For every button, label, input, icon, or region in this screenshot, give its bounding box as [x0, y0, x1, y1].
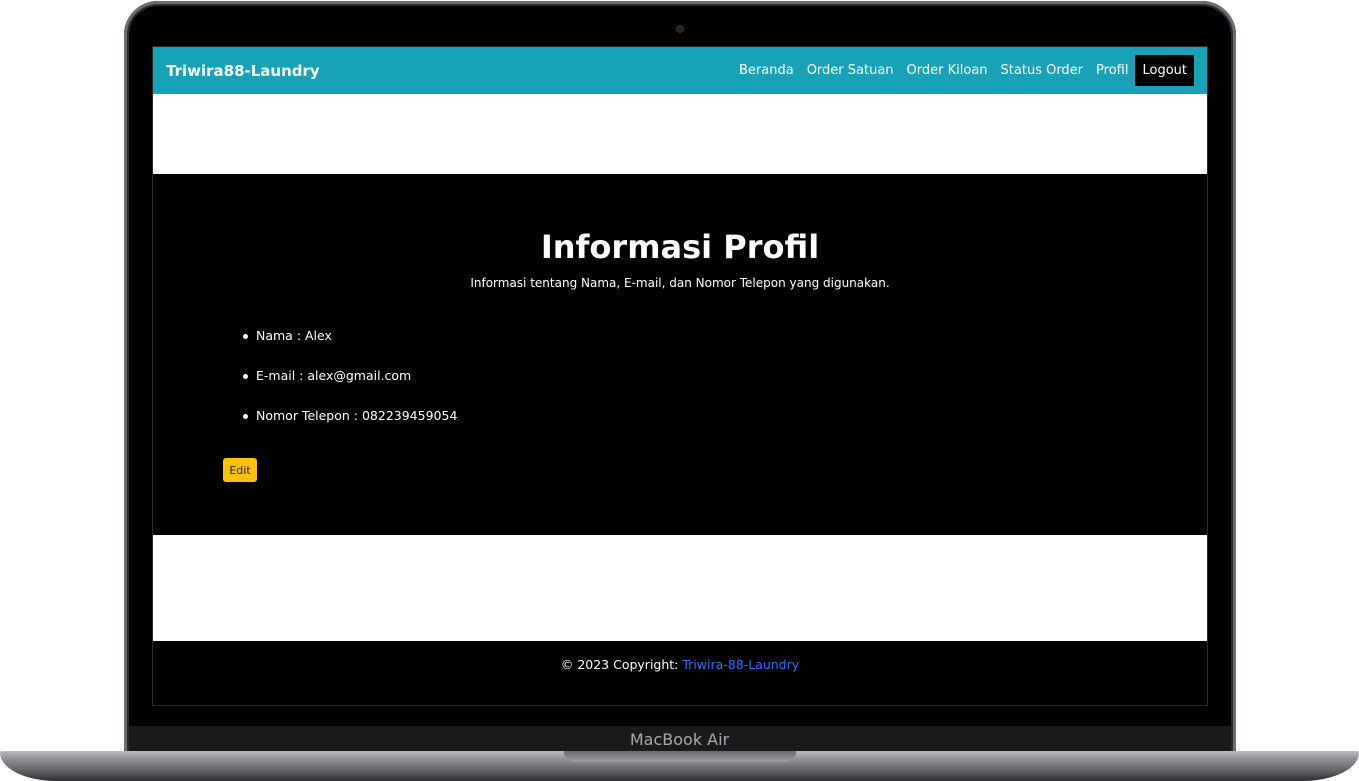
list-item-email: E-mail : alex@gmail.com: [241, 364, 457, 404]
bottom-spacer: [153, 535, 1207, 641]
logout-button[interactable]: Logout: [1135, 55, 1194, 86]
bullet-icon: [243, 374, 248, 379]
footer: © 2023 Copyright: Triwira-88-Laundry: [153, 641, 1207, 705]
laptop-hinge-notch: [564, 751, 796, 762]
navbar: Triwira88-Laundry Beranda Order Satuan O…: [153, 47, 1207, 94]
profile-info-list: Nama : Alex E-mail : alex@gmail.com Nomo…: [241, 324, 457, 444]
nav-link-order-kiloan[interactable]: Order Kiloan: [907, 63, 988, 78]
navbar-brand[interactable]: Triwira88-Laundry: [166, 62, 320, 80]
profile-name: Nama : Alex: [256, 328, 332, 343]
page-subtitle: Informasi tentang Nama, E-mail, dan Nomo…: [470, 276, 890, 290]
nav-links: Beranda Order Satuan Order Kiloan Status…: [726, 55, 1194, 86]
page-title: Informasi Profil: [540, 228, 820, 266]
top-spacer: [153, 94, 1207, 174]
nav-link-profil[interactable]: Profil: [1096, 63, 1128, 78]
profile-email: E-mail : alex@gmail.com: [256, 368, 412, 383]
list-item-name: Nama : Alex: [241, 324, 457, 364]
footer-copyright: © 2023 Copyright:: [560, 657, 683, 672]
profile-section: Informasi Profil Informasi tentang Nama,…: [153, 174, 1207, 535]
nav-link-order-satuan[interactable]: Order Satuan: [807, 63, 894, 78]
footer-link[interactable]: Triwira-88-Laundry: [682, 657, 799, 672]
browser-viewport: Triwira88-Laundry Beranda Order Satuan O…: [152, 46, 1208, 706]
edit-button[interactable]: Edit: [223, 458, 257, 482]
nav-link-beranda[interactable]: Beranda: [739, 63, 794, 78]
nav-link-status-order[interactable]: Status Order: [1001, 63, 1084, 78]
camera-icon: [677, 26, 683, 32]
bullet-icon: [243, 414, 248, 419]
device-model-label: MacBook Air: [629, 730, 730, 749]
list-item-phone: Nomor Telepon : 082239459054: [241, 404, 457, 444]
profile-phone: Nomor Telepon : 082239459054: [256, 408, 458, 423]
bullet-icon: [243, 334, 248, 339]
